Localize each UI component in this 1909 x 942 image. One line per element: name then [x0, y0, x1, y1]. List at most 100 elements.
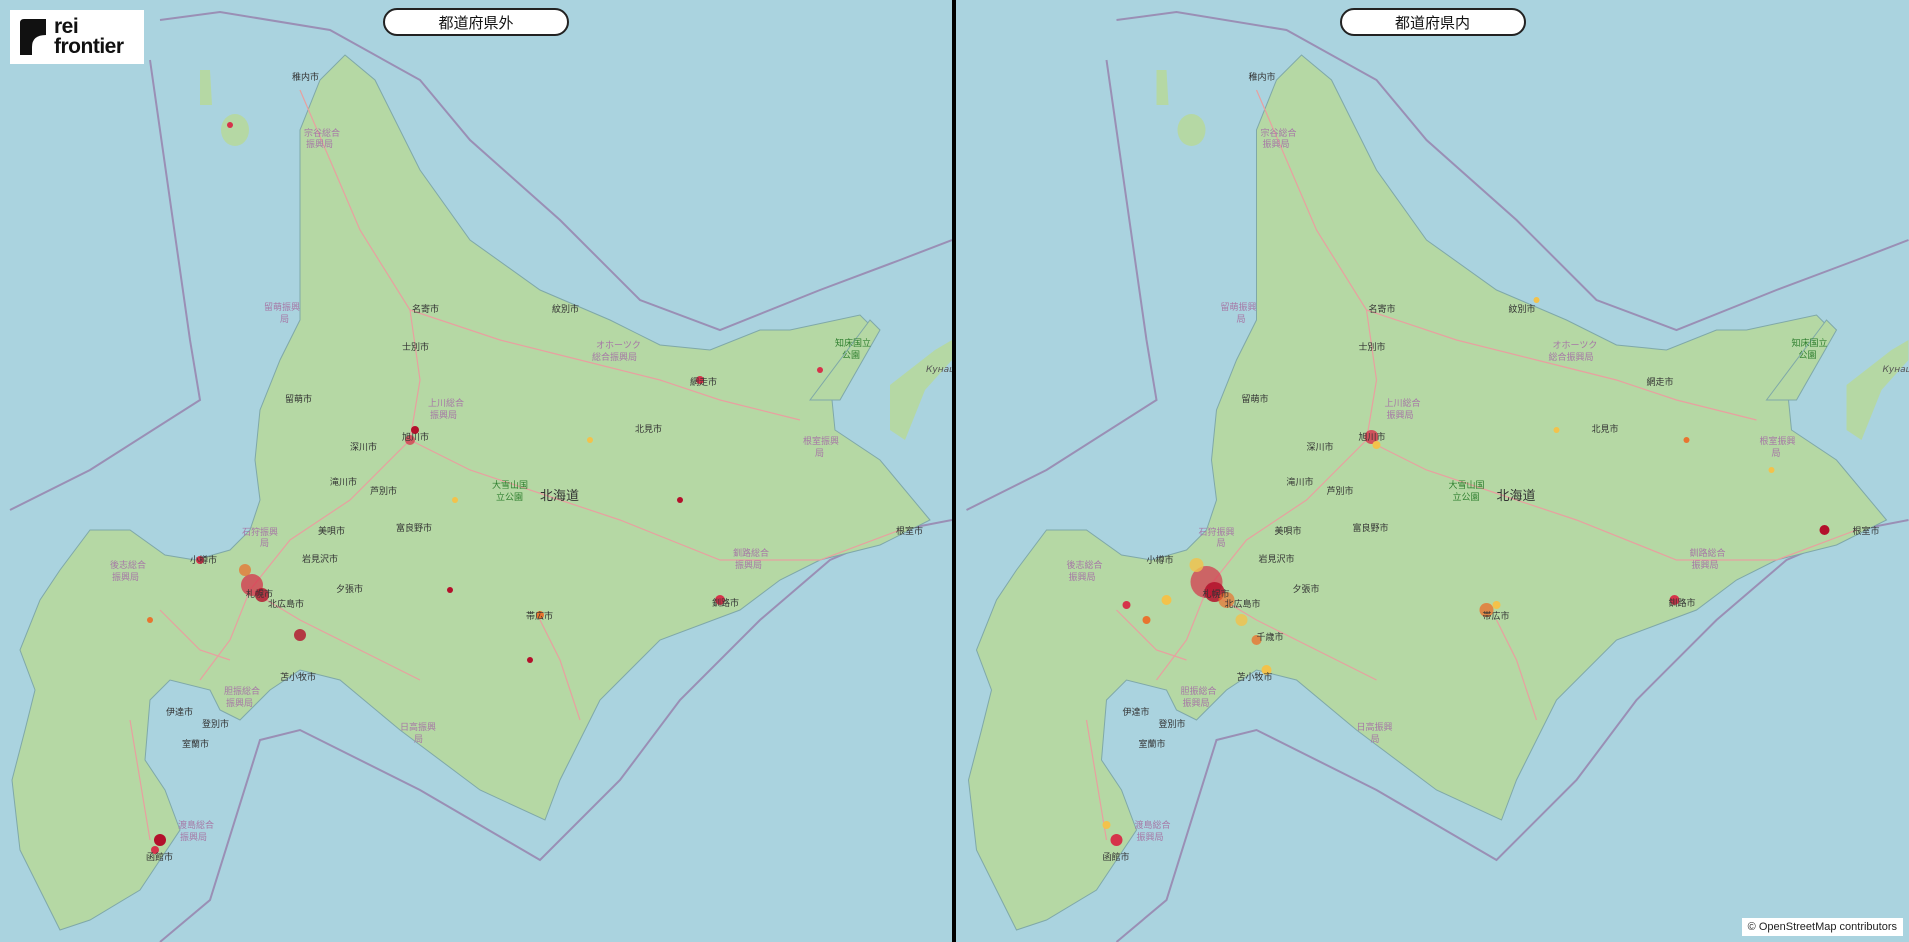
- map-label: 渡島総合: [1135, 819, 1171, 831]
- heat-dot: [1189, 558, 1204, 572]
- map-label: 大雪山国: [492, 479, 528, 491]
- map-label: 函館市: [146, 851, 173, 863]
- map-label: Кунаш: [926, 365, 952, 375]
- map-label: 旭川市: [1359, 431, 1386, 443]
- map-label: 釧路市: [712, 597, 739, 609]
- map-label: 根室振興: [803, 435, 839, 447]
- map-label: 振興局: [1183, 697, 1210, 709]
- map-label: 夕張市: [336, 583, 363, 595]
- map-label: 石狩振興: [242, 526, 278, 538]
- map-label: 根室振興: [1760, 435, 1796, 447]
- map-label: 千歳市: [1257, 631, 1284, 643]
- map-label: 伊達市: [1123, 706, 1150, 718]
- map-label: 留萌市: [1242, 393, 1269, 405]
- map-label: Кунаш: [1883, 365, 1909, 375]
- map-label: 立公園: [1453, 491, 1480, 503]
- heat-dot: [1819, 525, 1830, 535]
- map-label: 石狩振興: [1199, 526, 1235, 538]
- map-label: 総合振興局: [1549, 351, 1594, 363]
- heat-dot: [1768, 467, 1775, 473]
- logo-mark-icon: [20, 19, 46, 55]
- map-label: 網走市: [690, 376, 717, 388]
- map-label: 上川総合: [1385, 397, 1421, 409]
- map-label: 帯広市: [526, 610, 553, 622]
- heat-dot: [817, 367, 823, 373]
- map-canvas[interactable]: 北海道 大雪山国 立公園 知床国立 公園 稚内市 名寄市 紋別市 士別市 留萌市…: [0, 0, 952, 942]
- map-label: 胆振総合: [224, 685, 260, 697]
- map-label: 留萌市: [285, 393, 312, 405]
- heat-dot: [587, 437, 593, 443]
- map-label: 室蘭市: [1139, 738, 1166, 750]
- map-label: 登別市: [1159, 718, 1186, 730]
- map-label: 札幌市: [246, 588, 273, 600]
- map-label: 室蘭市: [182, 738, 209, 750]
- map-label: 富良野市: [1353, 522, 1389, 534]
- map-label: 苫小牧市: [280, 671, 316, 683]
- heat-dot: [452, 497, 458, 503]
- map-label: 振興局: [1069, 571, 1096, 583]
- heat-dot: [239, 564, 251, 576]
- map-label: 岩見沢市: [1259, 553, 1295, 565]
- heat-dot: [1533, 297, 1540, 303]
- map-label: 名寄市: [412, 303, 439, 315]
- panel-title: 都道府県外: [383, 8, 569, 36]
- heat-dot: [1122, 601, 1131, 609]
- map-label: 旭川市: [402, 431, 429, 443]
- map-label: 振興局: [1692, 559, 1719, 571]
- map-label: 振興局: [226, 697, 253, 709]
- logo-line1: rei: [54, 15, 79, 38]
- heat-dot: [154, 834, 166, 846]
- map-panel-outside[interactable]: 北海道 大雪山国 立公園 知床国立 公園 稚内市 名寄市 紋別市 士別市 留萌市…: [0, 0, 952, 942]
- map-label: 振興局: [1263, 138, 1290, 150]
- map-label: 帯広市: [1483, 610, 1510, 622]
- map-label: 公園: [1799, 350, 1817, 361]
- map-label: 宗谷総合: [1261, 127, 1297, 139]
- map-label: 宗谷総合: [304, 127, 340, 139]
- heat-dot: [527, 657, 533, 663]
- map-label: 小樽市: [1147, 554, 1174, 566]
- map-label: 総合振興局: [592, 351, 637, 363]
- map-label: 苫小牧市: [1237, 671, 1273, 683]
- map-label: 留萌振興: [1221, 301, 1257, 313]
- map-label: 後志総合: [110, 559, 146, 571]
- map-label: 函館市: [1103, 851, 1130, 863]
- heat-dot: [1110, 834, 1123, 846]
- map-label: 釧路総合: [1690, 547, 1726, 559]
- map-panel-inside[interactable]: 北海道 大雪山国 立公園 知床国立 公園 稚内市 名寄市 紋別市 士別市 留萌市…: [956, 0, 1909, 942]
- map-label: 根室市: [896, 525, 923, 537]
- map-label: 芦別市: [370, 485, 397, 497]
- map-label: 札幌市: [1203, 588, 1230, 600]
- map-label: 知床国立: [1792, 337, 1828, 349]
- heat-dot: [294, 629, 306, 641]
- map-label: 小樽市: [190, 554, 217, 566]
- map-label: 滝川市: [330, 476, 357, 488]
- map-label: 後志総合: [1067, 559, 1103, 571]
- map-attribution[interactable]: © OpenStreetMap contributors: [1741, 918, 1903, 936]
- map-label: 北広島市: [268, 598, 304, 610]
- map-label: 公園: [842, 350, 860, 361]
- map-shape: [221, 114, 249, 146]
- map-label: 深川市: [350, 441, 377, 453]
- map-label: 上川総合: [428, 397, 464, 409]
- map-label: 夕張市: [1293, 583, 1320, 595]
- prefecture-label: 北海道: [540, 489, 579, 504]
- map-label: 稚内市: [1249, 71, 1276, 83]
- map-label: 根室市: [1853, 525, 1880, 537]
- map-label: 名寄市: [1369, 303, 1396, 315]
- map-label: 振興局: [306, 138, 333, 150]
- map-shape: [1177, 114, 1206, 146]
- heat-dot: [1235, 614, 1248, 626]
- map-label: 紋別市: [552, 303, 579, 315]
- map-label: 登別市: [202, 718, 229, 730]
- panel-title: 都道府県内: [1339, 8, 1526, 36]
- map-shape: [20, 19, 46, 55]
- map-label: 士別市: [1359, 341, 1386, 353]
- map-label: 芦別市: [1327, 485, 1354, 497]
- heat-dot: [1102, 821, 1111, 829]
- map-label: 岩見沢市: [302, 553, 338, 565]
- map-label: 振興局: [1137, 831, 1164, 843]
- map-label: 日高振興: [400, 721, 436, 733]
- map-label: 知床国立: [835, 337, 871, 349]
- map-label: 北広島市: [1225, 598, 1261, 610]
- map-canvas[interactable]: 北海道 大雪山国 立公園 知床国立 公園 稚内市 名寄市 紋別市 士別市 留萌市…: [956, 0, 1909, 942]
